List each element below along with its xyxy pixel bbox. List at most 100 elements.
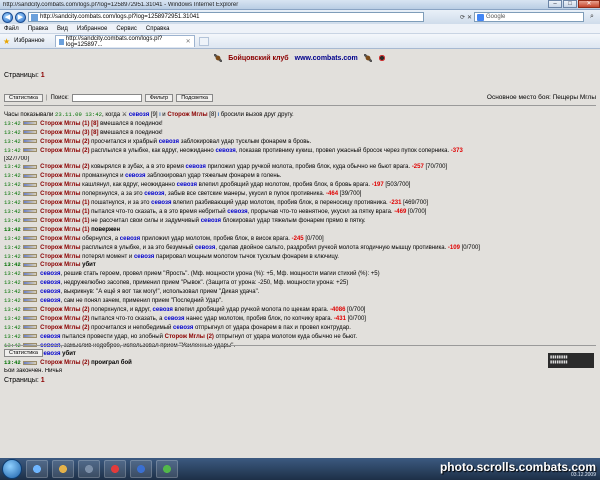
- hp-bar: [23, 325, 38, 330]
- info-icon[interactable]: i: [218, 112, 219, 118]
- fighter-name[interactable]: севозя: [195, 245, 215, 251]
- new-tab-button[interactable]: [198, 36, 209, 46]
- taskbar-ie-icon[interactable]: [26, 460, 48, 478]
- taskbar-media-icon[interactable]: [78, 460, 100, 478]
- fighter-name[interactable]: севозя: [125, 173, 145, 179]
- fighter-name[interactable]: севозя: [40, 289, 60, 295]
- fighter-name[interactable]: Сторож Мглы: [40, 182, 80, 188]
- page-number[interactable]: 1: [41, 72, 45, 79]
- fighter-name[interactable]: севозя: [144, 191, 164, 197]
- menu-file[interactable]: Файл: [4, 26, 19, 32]
- search-go-button[interactable]: ⌕: [586, 12, 598, 22]
- fighter-name[interactable]: севозя: [186, 164, 206, 170]
- log-time: 13:42: [4, 216, 21, 224]
- browser-tab[interactable]: http://sandcity.combats.com/logs.pl?log=…: [54, 35, 195, 48]
- favorites-label[interactable]: Избранное: [14, 38, 44, 44]
- log-text: просчитался и храбрый: [89, 138, 159, 145]
- fighter-name[interactable]: Сторож Мглы (2): [40, 307, 89, 313]
- taskbar-date: 03.12.2009: [570, 472, 596, 478]
- fighter-name[interactable]: Сторож Мглы (1): [40, 218, 89, 224]
- info-icon[interactable]: i: [159, 112, 160, 118]
- damage-value: -469: [394, 208, 407, 215]
- favorites-star-icon[interactable]: ★: [3, 37, 10, 46]
- filter-button[interactable]: Фильтр: [144, 93, 174, 102]
- fighter-name[interactable]: Сторож Мглы: [167, 112, 207, 118]
- fighter-name[interactable]: севозя: [215, 148, 235, 154]
- refresh-icon[interactable]: ⟳: [460, 14, 465, 21]
- menu-help[interactable]: Справка: [146, 26, 170, 32]
- fighter-name[interactable]: Сторож Мглы: [40, 173, 80, 179]
- fighter-name[interactable]: Сторож Мглы (2): [40, 360, 89, 366]
- hp-bar: [23, 316, 38, 321]
- fighter-name[interactable]: Сторож Мглы: [40, 254, 80, 260]
- fighter-name[interactable]: севозя: [159, 139, 179, 145]
- forward-button[interactable]: ▶: [15, 11, 26, 23]
- menu-tools[interactable]: Сервис: [116, 26, 137, 32]
- stats-button-bottom[interactable]: Статистика: [4, 349, 43, 357]
- log-line: 13:42 Сторож Мглы (2) просчитался и храб…: [4, 138, 596, 147]
- fighter-name[interactable]: Сторож Мглы (2): [40, 148, 89, 154]
- fighter-name[interactable]: севозя: [40, 280, 60, 286]
- highlight-button[interactable]: Подсветка: [176, 93, 213, 102]
- fighter-name[interactable]: Сторож Мглы (2): [40, 325, 89, 331]
- fighter-name[interactable]: Сторож Мглы (1): [40, 227, 89, 233]
- fighter-name[interactable]: севозя: [173, 325, 193, 331]
- start-button[interactable]: [2, 459, 22, 479]
- fighter-name[interactable]: Сторож Мглы (2): [40, 316, 89, 322]
- fighter-name[interactable]: Сторож Мглы: [40, 262, 80, 268]
- close-button[interactable]: ✕: [578, 0, 600, 8]
- fighter-name[interactable]: севозя: [201, 218, 221, 224]
- menu-view[interactable]: Вид: [57, 26, 68, 32]
- stop-icon[interactable]: ✕: [467, 14, 472, 21]
- maximize-button[interactable]: □: [563, 0, 577, 8]
- fighter-name[interactable]: севозя: [40, 298, 60, 304]
- fighter-name[interactable]: севозя: [120, 236, 140, 242]
- fighter-name[interactable]: Сторож Мглы (1): [40, 209, 89, 215]
- fighter-name[interactable]: севозя: [177, 182, 197, 188]
- log-time: 13:42: [4, 252, 21, 260]
- minimize-button[interactable]: –: [548, 0, 562, 8]
- url-field[interactable]: http://sandcity.combats.com/logs.pl?log=…: [28, 12, 424, 22]
- log-line: 13:42 севозя убит: [4, 350, 596, 359]
- fighter-name[interactable]: Сторож Мглы (2): [40, 164, 89, 170]
- page-number[interactable]: 1: [41, 377, 45, 384]
- fighter-name[interactable]: Сторож Мглы: [40, 236, 80, 242]
- fighter-name[interactable]: севозя: [151, 200, 171, 206]
- fighter-name[interactable]: севозя: [153, 307, 173, 313]
- fighter-name[interactable]: Сторож Мглы: [40, 191, 80, 197]
- fighter-name[interactable]: Сторож Мглы (2): [40, 139, 89, 145]
- search-input[interactable]: Google: [474, 12, 584, 22]
- fighter-name[interactable]: Сторож Мглы (3) [8]: [40, 130, 98, 136]
- fighter-name[interactable]: Сторож Мглы (2): [165, 334, 214, 340]
- menu-favorites[interactable]: Избранное: [77, 26, 107, 32]
- log-text: , недружелюбно засопев, применил прием "…: [60, 280, 349, 287]
- taskbar-folder-icon[interactable]: [52, 460, 74, 478]
- log-search-input[interactable]: [71, 93, 142, 102]
- log-text: поперхнулся, а за это: [80, 191, 145, 198]
- fighter-name[interactable]: севозя: [40, 334, 60, 340]
- log-text: , выкрикнув: "А ещё я вот так могу!", ис…: [60, 289, 260, 296]
- stats-button[interactable]: Статистика: [4, 93, 43, 102]
- taskbar-game-icon[interactable]: [104, 460, 126, 478]
- tab-close-icon[interactable]: ✕: [186, 38, 191, 45]
- search-label: Поиск:: [50, 94, 69, 101]
- site-link[interactable]: www.combats.com: [295, 55, 358, 62]
- taskbar-app-icon[interactable]: [156, 460, 178, 478]
- fighter-name[interactable]: Сторож Мглы: [40, 245, 80, 251]
- fighter-name[interactable]: севозя: [40, 351, 60, 357]
- counter-badge[interactable]: ▮▮▮▮▮▮▮▮ ▮▮▮▮▮▮▮▮: [548, 353, 594, 368]
- damage-value: -257: [411, 164, 424, 171]
- taskbar-browser-icon[interactable]: [130, 460, 152, 478]
- back-button[interactable]: ◀: [2, 11, 13, 23]
- separator: |: [45, 94, 48, 101]
- damage-value: -109: [447, 244, 460, 251]
- fighter-name[interactable]: севозя: [164, 316, 184, 322]
- fighter-name[interactable]: севозя: [129, 112, 149, 118]
- menu-edit[interactable]: Правка: [28, 26, 48, 32]
- fighter-name[interactable]: Сторож Мглы (1) [8]: [40, 121, 98, 127]
- fighter-name[interactable]: севозя: [134, 254, 154, 260]
- log-line: 13:42 севозя, выкрикнув: "А ещё я вот та…: [4, 288, 596, 297]
- fighter-name[interactable]: Сторож Мглы (1): [40, 200, 89, 206]
- fighter-name[interactable]: севозя: [227, 209, 247, 215]
- fighter-name[interactable]: севозя: [40, 271, 60, 277]
